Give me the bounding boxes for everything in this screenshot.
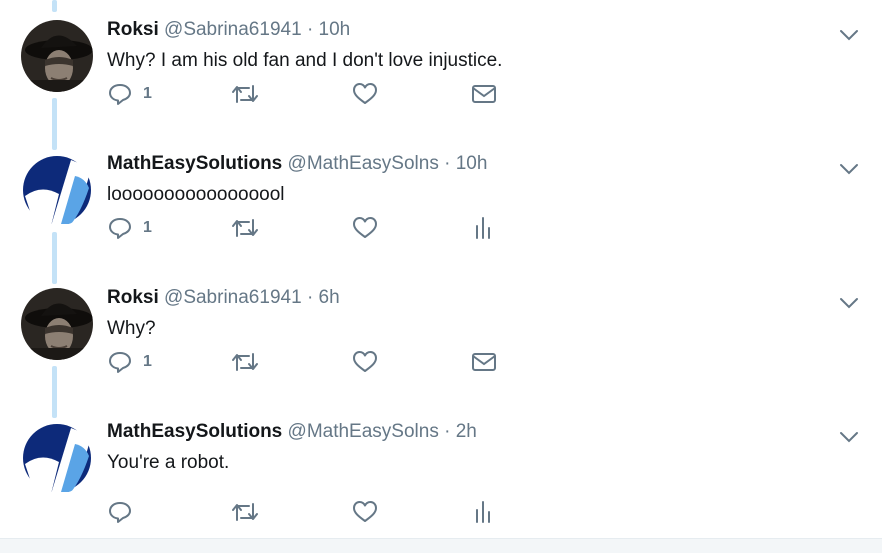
retweet-icon <box>232 85 258 103</box>
avatar[interactable] <box>21 288 93 360</box>
tweet-header: Roksi @Sabrina61941 · 10h <box>107 18 350 42</box>
retweet-icon <box>232 353 258 371</box>
separator-dot: · <box>306 287 314 308</box>
analytics-icon <box>476 217 490 239</box>
mail-icon <box>472 85 496 103</box>
tweet-header: Roksi @Sabrina61941 · 6h <box>107 286 340 310</box>
tweet[interactable]: MathEasySolutions @MathEasySolns · 10h l… <box>0 134 882 268</box>
separator-dot: · <box>444 153 451 174</box>
reply-count: 1 <box>143 353 152 370</box>
heart-icon <box>353 351 377 372</box>
retweet-icon <box>232 219 258 237</box>
avatar[interactable] <box>21 422 93 494</box>
tweet[interactable]: Roksi @Sabrina61941 · 10h Why? I am his … <box>0 0 882 134</box>
analytics-button[interactable] <box>473 214 495 242</box>
reply-button[interactable]: 1 <box>107 214 152 242</box>
analytics-button[interactable] <box>473 498 495 526</box>
separator-dot: · <box>444 421 451 442</box>
tweet-text: You're a robot. <box>107 452 230 473</box>
heart-icon <box>353 217 377 238</box>
reply-button[interactable]: 1 <box>107 348 152 376</box>
display-name[interactable]: Roksi <box>107 19 159 40</box>
tweet-text: looooooooooooooool <box>107 184 285 205</box>
timeline-footer <box>0 538 882 553</box>
timestamp[interactable]: 10h <box>319 19 351 40</box>
like-button[interactable] <box>352 498 378 526</box>
analytics-icon <box>476 501 490 523</box>
user-handle[interactable]: @MathEasySolns <box>288 421 439 442</box>
chevron-down-icon[interactable] <box>838 426 860 448</box>
chevron-down-icon[interactable] <box>838 158 860 180</box>
like-button[interactable] <box>352 348 378 376</box>
retweet-button[interactable] <box>231 348 259 376</box>
display-name[interactable]: MathEasySolutions <box>107 153 282 174</box>
avatar[interactable] <box>21 154 93 226</box>
user-handle[interactable]: @Sabrina61941 <box>164 19 302 40</box>
timestamp[interactable]: 10h <box>456 153 488 174</box>
direct-message-button[interactable] <box>471 348 497 376</box>
user-handle[interactable]: @MathEasySolns <box>288 153 439 174</box>
retweet-icon <box>232 503 258 521</box>
avatar[interactable] <box>21 20 93 92</box>
reply-icon <box>109 502 131 523</box>
mail-icon <box>472 353 496 371</box>
retweet-button[interactable] <box>231 80 259 108</box>
display-name[interactable]: Roksi <box>107 287 159 308</box>
direct-message-button[interactable] <box>471 80 497 108</box>
heart-icon <box>353 501 377 522</box>
retweet-button[interactable] <box>231 214 259 242</box>
heart-icon <box>353 83 377 104</box>
chevron-down-icon[interactable] <box>838 292 860 314</box>
display-name[interactable]: MathEasySolutions <box>107 421 282 442</box>
tweet-header: MathEasySolutions @MathEasySolns · 2h <box>107 420 477 444</box>
user-handle[interactable]: @Sabrina61941 <box>164 287 302 308</box>
tweet[interactable]: Roksi @Sabrina61941 · 6h Why? 1 <box>0 268 882 402</box>
separator-dot: · <box>306 19 314 40</box>
reply-count: 1 <box>143 219 152 236</box>
retweet-button[interactable] <box>231 498 259 526</box>
timestamp[interactable]: 6h <box>319 287 340 308</box>
tweet-text: Why? I am his old fan and I don't love i… <box>107 50 503 71</box>
reply-button[interactable]: 1 <box>107 80 152 108</box>
reply-icon <box>109 84 131 105</box>
tweet[interactable]: MathEasySolutions @MathEasySolns · 2h Yo… <box>0 402 882 536</box>
tweet-header: MathEasySolutions @MathEasySolns · 10h <box>107 152 487 176</box>
timestamp[interactable]: 2h <box>456 421 477 442</box>
like-button[interactable] <box>352 214 378 242</box>
chevron-down-icon[interactable] <box>838 24 860 46</box>
reply-icon <box>109 218 131 239</box>
reply-button[interactable] <box>107 498 143 526</box>
reply-icon <box>109 352 131 373</box>
like-button[interactable] <box>352 80 378 108</box>
tweet-text: Why? <box>107 318 156 339</box>
reply-count: 1 <box>143 85 152 102</box>
